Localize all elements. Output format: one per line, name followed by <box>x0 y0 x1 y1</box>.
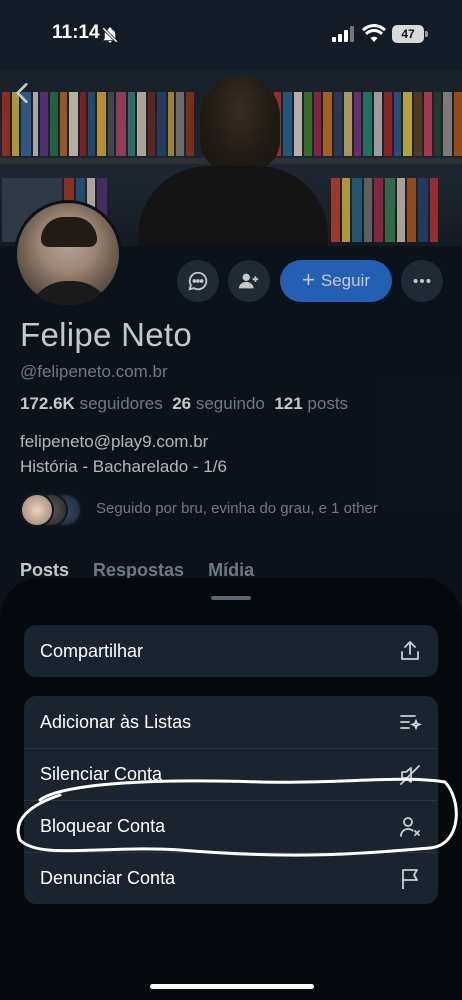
add-to-lists-label: Adicionar às Listas <box>40 711 192 732</box>
add-to-lists-option[interactable]: Adicionar às Listas <box>24 696 438 748</box>
speaker-mute-icon <box>400 764 420 785</box>
report-account-label: Denunciar Conta <box>40 868 176 888</box>
bell-off-icon <box>102 27 118 43</box>
share-option[interactable]: Compartilhar <box>24 625 438 677</box>
mute-account-option[interactable]: Silenciar Conta <box>24 748 438 800</box>
share-label: Compartilhar <box>40 640 144 661</box>
followed-by-avatars[interactable] <box>20 493 84 527</box>
account-actions-group: Adicionar às Listas Silenciar Conta Bloq… <box>24 696 438 904</box>
share-icon <box>401 641 419 660</box>
wifi-icon <box>362 24 386 42</box>
list-add-icon <box>400 715 422 731</box>
block-account-option[interactable]: Bloquear Conta <box>24 800 438 852</box>
battery-indicator: 47 <box>392 25 428 43</box>
status-time: 11:14 <box>52 22 100 43</box>
block-account-label: Bloquear Conta <box>40 816 166 836</box>
options-bottom-sheet: Compartilhar Adicionar às Listas Silenci… <box>0 578 462 1000</box>
home-indicator[interactable] <box>150 984 314 989</box>
status-bar: 11:14 47 <box>0 0 462 70</box>
profile-screen: 11:14 47 + Seguir Felipe Neto @felipenet… <box>0 0 462 1000</box>
flag-icon <box>402 868 418 889</box>
sheet-drag-handle[interactable] <box>211 596 251 600</box>
signal-icon <box>332 26 354 42</box>
share-group: Compartilhar <box>24 625 438 677</box>
mute-account-label: Silenciar Conta <box>40 764 163 784</box>
report-account-option[interactable]: Denunciar Conta <box>24 852 438 904</box>
person-x-icon <box>400 816 420 837</box>
